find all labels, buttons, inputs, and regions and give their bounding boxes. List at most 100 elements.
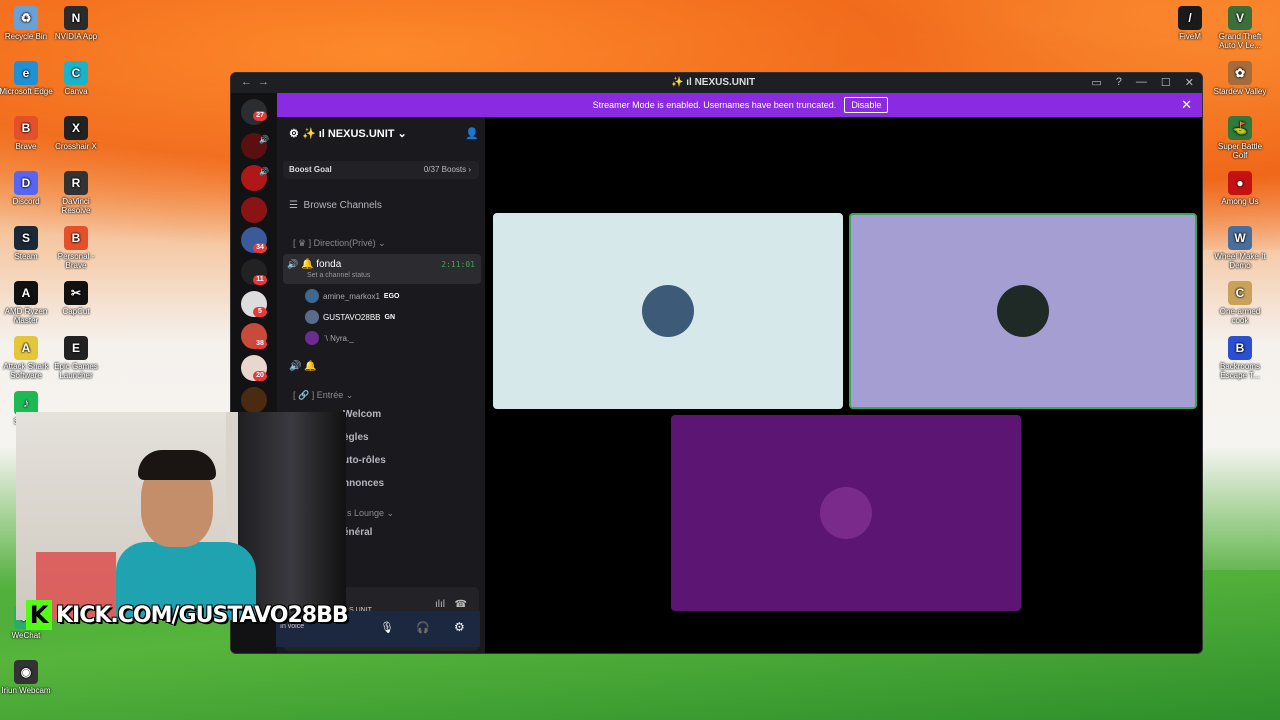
app-icon: W — [1228, 226, 1252, 250]
avatar — [820, 487, 872, 539]
desktop-icon-amd-ryzen-master[interactable]: A AMD Ryzen Master — [0, 281, 54, 325]
browse-channels[interactable]: ☰ Browse Channels — [289, 200, 382, 211]
desktop-icon-wheel-make-it-demo[interactable]: W Wheel Make It Demo — [1212, 226, 1268, 270]
desktop-icon-crosshair-x[interactable]: X Crosshair X — [48, 116, 104, 151]
text-channel[interactable]: nnonces — [343, 478, 384, 489]
voice-channel-fonda[interactable]: 🔊 🔔 fonda 2:11:01 Set a channel status — [283, 254, 481, 284]
app-icon: ● — [1228, 171, 1252, 195]
video-tile-gustavo[interactable] — [849, 213, 1197, 409]
avatar — [305, 310, 319, 324]
category-entree[interactable]: [ 🔗 ] Entrée ⌄ — [293, 390, 353, 401]
desktop-icon-super-battle-golf[interactable]: ⛳ Super Battle Golf — [1212, 116, 1268, 160]
app-icon: ♻ — [14, 6, 38, 30]
app-icon: B — [64, 226, 88, 250]
disconnect-icon[interactable]: ☎ — [455, 599, 467, 610]
category-direction[interactable]: [ ♛ ] Direction(Privé) ⌄ — [293, 238, 386, 249]
speaker-icon: 🔊 — [287, 259, 299, 269]
desktop-icon-nvidia-app[interactable]: N NVIDIA App — [48, 6, 104, 41]
desktop-icon-label: CapCut — [62, 307, 90, 316]
kick-watermark: K KICK.COM/GUSTAVO28BB — [26, 600, 349, 630]
desktop-icon-label: Grand Theft Auto V Le... — [1218, 32, 1262, 50]
nav-arrows[interactable]: ←→ — [241, 76, 275, 88]
desktop-icon-label: FiveM — [1179, 32, 1201, 41]
forward-arrow-icon[interactable]: → — [258, 76, 275, 88]
desktop-icon-epic-games-launcher[interactable]: E Epic Games Launcher — [48, 336, 104, 380]
voice-channel-2[interactable]: 🔊 🔔 — [289, 361, 317, 372]
headphones-icon[interactable]: 🎧 — [416, 621, 430, 634]
inbox-icon[interactable]: ▭ — [1091, 76, 1101, 89]
speaker-icon: 🔊 — [259, 167, 269, 176]
discord-window: ←→ ✨ ıl NEXUS.UNIT ▭ ? — ☐ ✕ 27 🔊 🔊 34 1… — [230, 72, 1203, 654]
server-icon-3[interactable] — [241, 197, 267, 223]
maximize-button[interactable]: ☐ — [1161, 76, 1171, 89]
banner-close-icon[interactable]: ✕ — [1181, 97, 1192, 113]
desktop-icon-grand-theft-auto-v-le-[interactable]: V Grand Theft Auto V Le... — [1212, 6, 1268, 50]
home-badge: 27 — [253, 111, 267, 121]
minimize-button[interactable]: — — [1136, 76, 1147, 89]
app-icon: S — [14, 226, 38, 250]
desktop-icon-microsoft-edge[interactable]: e Microsoft Edge — [0, 61, 54, 96]
channel-status[interactable]: Set a channel status — [307, 272, 370, 279]
app-icon: C — [64, 61, 88, 85]
app-icon: V — [1228, 6, 1252, 30]
back-arrow-icon[interactable]: ← — [241, 76, 258, 88]
desktop-icon-label: AMD Ryzen Master — [4, 307, 48, 325]
server-icon-9[interactable] — [241, 387, 267, 413]
avatar — [305, 289, 319, 303]
settings-gear-icon[interactable]: ⚙ — [454, 620, 465, 634]
desktop-icon-iriun-webcam[interactable]: ◉ Iriun Webcam — [0, 660, 54, 695]
disable-button[interactable]: Disable — [844, 97, 889, 113]
boost-goal-bar[interactable]: Boost Goal 0/37 Boosts › — [283, 161, 479, 179]
app-icon: C — [1228, 281, 1252, 305]
desktop-icon-attack-shark-software[interactable]: A Attack Shark Software — [0, 336, 54, 380]
voice-member[interactable]: ʾ\ Nyra._ — [305, 331, 354, 345]
app-icon: R — [64, 171, 88, 195]
server-name: ✨ ıl NEXUS.UNIT — [301, 128, 395, 140]
server-header[interactable]: ⚙ ✨ ıl NEXUS.UNIT ⌄ — [289, 127, 407, 140]
add-member-icon[interactable]: 👤 — [465, 127, 479, 140]
text-channel[interactable]: énéral — [343, 527, 372, 538]
desktop-icon-among-us[interactable]: ● Among Us — [1212, 171, 1268, 206]
server-badge: 20 — [253, 371, 267, 381]
member-name: GUSTAVO28BB — [323, 312, 381, 322]
desktop-icon-personal-brave[interactable]: B Personal - Brave — [48, 226, 104, 270]
server-badge: 5 — [253, 307, 267, 317]
server-badge: 34 — [253, 243, 267, 253]
category-lounge[interactable]: s Lounge ⌄ — [347, 508, 394, 519]
gear-icon[interactable]: ⚙ — [289, 128, 299, 140]
text-channel[interactable]: ègles — [343, 432, 369, 443]
microphone-icon[interactable]: 🎙 — [380, 621, 394, 634]
voice-member[interactable]: GUSTAVO28BB GN — [305, 310, 395, 324]
desktop-icon-discord[interactable]: D Discord — [0, 171, 54, 206]
speaker-icon: 🔊 — [259, 135, 269, 144]
chevron-down-icon[interactable]: ⌄ — [398, 128, 407, 140]
desktop-icon-recycle-bin[interactable]: ♻ Recycle Bin — [0, 6, 54, 41]
desktop-icon-backrooms-escape-t-[interactable]: B Backrooms Escape T... — [1212, 336, 1268, 380]
close-button[interactable]: ✕ — [1185, 76, 1194, 89]
desktop-icon-label: Attack Shark Software — [3, 362, 49, 380]
desktop-icon-steam[interactable]: S Steam — [0, 226, 54, 261]
voice-member[interactable]: amine_markox1 EGO — [305, 289, 399, 303]
desktop-icon-capcut[interactable]: ✂ CapCut — [48, 281, 104, 316]
app-icon: / — [1178, 6, 1202, 30]
browse-channels-label: Browse Channels — [303, 200, 382, 211]
kick-logo-icon: K — [26, 600, 52, 630]
desktop-icon-one-armed-cook[interactable]: C One-armed cook — [1212, 281, 1268, 325]
boost-value: 0/37 Boosts › — [423, 165, 471, 174]
desktop-icon-stardew-valley[interactable]: ✿ Stardew Valley — [1212, 61, 1268, 96]
member-tag: EGO — [383, 292, 400, 300]
help-icon[interactable]: ? — [1116, 76, 1122, 89]
crown-icon: [ ♛ ] — [293, 238, 314, 248]
text-channel[interactable]: Welcom — [343, 409, 381, 420]
desktop-icon-canva[interactable]: C Canva — [48, 61, 104, 96]
text-channel[interactable]: uto-rôles — [343, 455, 386, 466]
video-tile-amine[interactable] — [493, 213, 843, 409]
voice-channel-name: 🔔 fonda — [301, 259, 342, 270]
soundwave-icon[interactable]: ılıl — [435, 599, 445, 610]
desktop-icon-brave[interactable]: B Brave — [0, 116, 54, 151]
desktop-icon-fivem[interactable]: / FiveM — [1162, 6, 1218, 41]
desktop-icon-davinci-resolve[interactable]: R DaVinci Resolve — [48, 171, 104, 215]
video-tile-nyra[interactable] — [671, 415, 1021, 611]
avatar — [997, 285, 1049, 337]
app-icon: B — [14, 116, 38, 140]
